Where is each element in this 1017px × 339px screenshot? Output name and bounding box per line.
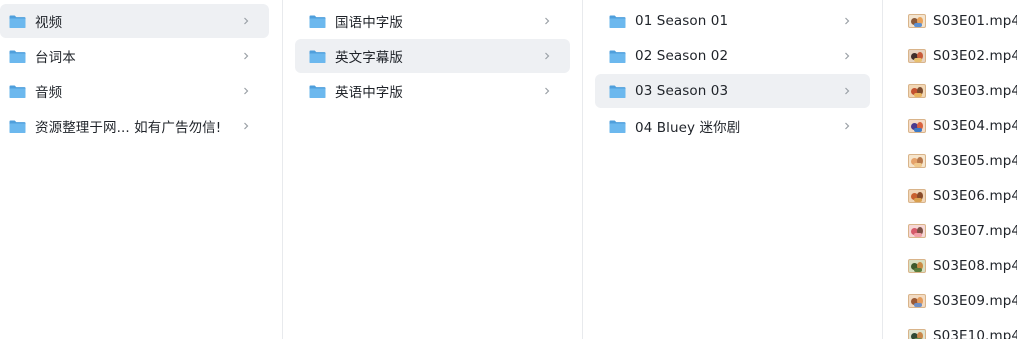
folder-item-videos[interactable]: 视频 [0,4,269,38]
folder-item-label: 台词本 [35,50,76,66]
file-item-label: S03E04.mp4 [933,118,1017,134]
file-item-label: S03E09.mp4 [933,293,1017,309]
folder-icon [9,49,26,64]
folder-icon [309,49,326,64]
chevron-right-icon [543,86,551,96]
folder-item-english-subs[interactable]: 英文字幕版 [295,39,570,73]
file-item[interactable]: S03E07.mp4 [905,214,1017,248]
folder-item-label: 音频 [35,85,63,101]
video-thumbnail-icon [908,119,926,133]
video-thumbnail-icon [908,329,926,339]
file-item-label: S03E10.mp4 [933,328,1017,339]
folder-item-notice[interactable]: 资源整理于网... 如有广告勿信! [0,109,269,143]
video-thumbnail-icon [908,49,926,63]
folder-item-label: 英文字幕版 [335,50,403,66]
folder-item-season-01[interactable]: 01 Season 01 [595,4,870,38]
file-item-label: S03E02.mp4 [933,48,1017,64]
video-thumbnail-icon [908,294,926,308]
file-item[interactable]: S03E03.mp4 [905,74,1017,108]
chevron-right-icon [843,51,851,61]
folder-item-label: 03 Season 03 [635,83,729,99]
chevron-right-icon [242,86,250,96]
folder-item-season-02[interactable]: 02 Season 02 [595,39,870,73]
folder-item-audio[interactable]: 音频 [0,74,269,108]
file-item[interactable]: S03E04.mp4 [905,109,1017,143]
file-item-label: S03E03.mp4 [933,83,1017,99]
video-thumbnail-icon [908,224,926,238]
video-thumbnail-icon [908,84,926,98]
folder-icon [9,14,26,29]
chevron-right-icon [843,16,851,26]
folder-item-english-chinese-subs[interactable]: 英语中字版 [295,74,570,108]
folder-item-label: 04 Bluey 迷你剧 [635,120,741,136]
file-item[interactable]: S03E02.mp4 [905,39,1017,73]
folder-item-label: 英语中字版 [335,85,403,101]
file-item[interactable]: S03E06.mp4 [905,179,1017,213]
column-season-03: S03E01.mp4 S03E02.mp4 S03E03.mp4 S03E04.… [883,0,1017,339]
video-thumbnail-icon [908,259,926,273]
file-item[interactable]: S03E05.mp4 [905,144,1017,178]
folder-item-season-03[interactable]: 03 Season 03 [595,74,870,108]
folder-item-label: 资源整理于网... 如有广告勿信! [35,120,222,136]
column-english-subs: 01 Season 01 02 Season 02 03 Season 03 0… [583,0,882,339]
folder-icon [309,14,326,29]
file-item-label: S03E05.mp4 [933,153,1017,169]
file-item-label: S03E01.mp4 [933,13,1017,29]
column-videos: 国语中字版 英文字幕版 英语中字版 [283,0,582,339]
chevron-right-icon [543,51,551,61]
folder-icon [309,84,326,99]
folder-item-label: 01 Season 01 [635,13,729,29]
video-thumbnail-icon [908,154,926,168]
file-item[interactable]: S03E01.mp4 [905,4,1017,38]
folder-item-scripts[interactable]: 台词本 [0,39,269,73]
chevron-right-icon [843,121,851,131]
chevron-right-icon [543,16,551,26]
chevron-right-icon [843,86,851,96]
chevron-right-icon [242,51,250,61]
column-root: 视频 台词本 音频 资源整理于网... 如有广告勿信! [0,0,282,339]
file-item[interactable]: S03E09.mp4 [905,284,1017,318]
folder-item-label: 02 Season 02 [635,48,729,64]
video-thumbnail-icon [908,14,926,28]
folder-icon [609,84,626,99]
video-thumbnail-icon [908,189,926,203]
chevron-right-icon [242,121,250,131]
file-item[interactable]: S03E10.mp4 [905,319,1017,339]
chevron-right-icon [242,16,250,26]
column-browser: 视频 台词本 音频 资源整理于网... 如有广告勿信! 国语中字版 英文字幕版 … [0,0,1017,339]
file-item[interactable]: S03E08.mp4 [905,249,1017,283]
folder-icon [609,14,626,29]
folder-icon [609,119,626,134]
folder-icon [609,49,626,64]
folder-item-label: 视频 [35,15,63,31]
folder-icon [9,84,26,99]
folder-item-label: 国语中字版 [335,15,403,31]
folder-item-mandarin-chinese-subs[interactable]: 国语中字版 [295,4,570,38]
file-item-label: S03E06.mp4 [933,188,1017,204]
file-item-label: S03E08.mp4 [933,258,1017,274]
folder-item-bluey-mini[interactable]: 04 Bluey 迷你剧 [595,109,870,143]
file-item-label: S03E07.mp4 [933,223,1017,239]
folder-icon [9,119,26,134]
